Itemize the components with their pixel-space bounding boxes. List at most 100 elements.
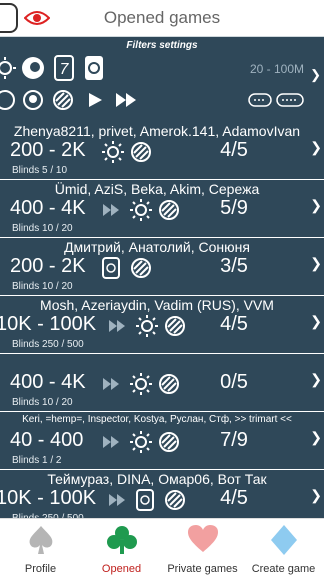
chevron-right-icon[interactable]: ❯ <box>310 429 322 446</box>
stakes-label: 200 - 2K <box>10 139 86 161</box>
sun-icon <box>130 431 152 453</box>
game-row[interactable]: Zhenya8211, privet, Amerok.141, AdamovIv… <box>0 122 324 180</box>
chevron-right-icon[interactable]: ❯ <box>310 313 322 330</box>
tab-bar: Profile Opened Private games Create game <box>0 518 324 576</box>
stripe-icon <box>165 490 185 510</box>
tab-label: Opened <box>101 563 142 575</box>
tab-profile[interactable]: Profile <box>0 519 81 576</box>
fast-forward-icon[interactable] <box>114 91 138 109</box>
filters-title: Filters settings <box>126 40 198 51</box>
players-list: Keri, =hemp=, Inspector, Kostya, Руслан,… <box>22 414 292 425</box>
seats-count: 5/9 <box>220 197 248 219</box>
game-row[interactable]: 400 - 4K 0/5 Blinds 10 / 20 ❯ <box>0 354 324 412</box>
stripe-filter-icon[interactable] <box>52 89 74 111</box>
tab-opened[interactable]: Opened <box>81 519 162 576</box>
card-icon <box>102 257 120 279</box>
fast-forward-icon <box>103 436 119 448</box>
stakes-label: 40 - 400 <box>10 429 84 451</box>
game-type-icons <box>102 431 182 453</box>
seats-count: 7/9 <box>220 429 248 451</box>
players-list: Mosh, Azeriaydin, Vadim (RUS), VVM <box>40 297 274 313</box>
game-row[interactable]: Дмитрий, Анатолий, Сонюня 200 - 2K 3/5 Blin… <box>0 238 324 296</box>
sun-icon <box>136 315 158 337</box>
lion-filter-icon[interactable] <box>20 55 46 81</box>
minus-filter-icon[interactable] <box>0 89 16 111</box>
seats-count: 3/5 <box>220 255 248 277</box>
blinds-label: Blinds 10 / 20 <box>12 223 73 234</box>
tab-label: Profile <box>24 563 57 575</box>
stakes-label: 200 - 2K <box>10 255 86 277</box>
blinds-label: Blinds 10 / 20 <box>12 281 73 292</box>
players-list: Дмитрий, Анатолий, Сонюня <box>64 239 250 255</box>
tab-label: Create game <box>251 563 316 575</box>
stripe-icon <box>159 200 179 220</box>
fast-forward-icon <box>109 320 125 332</box>
blinds-label: Blinds 10 / 20 <box>12 397 73 408</box>
filters-panel[interactable]: Filters settings 7 20 - 100M ❯ <box>0 36 324 122</box>
tab-label: Private games <box>167 563 238 575</box>
blinds-label: Blinds 1 / 2 <box>12 455 62 466</box>
table-large-icon[interactable] <box>276 93 304 107</box>
spade-icon <box>29 526 52 554</box>
seats-count: 4/5 <box>220 487 248 509</box>
game-row[interactable]: Mosh, Azeriaydin, Vadim (RUS), VVM 10K - … <box>0 296 324 354</box>
back-button[interactable] <box>0 3 18 33</box>
sun-icon <box>102 141 124 163</box>
game-type-icons <box>102 199 182 221</box>
chevron-right-icon[interactable]: ❯ <box>310 67 321 83</box>
stripe-icon <box>131 142 151 162</box>
play-icon[interactable] <box>86 91 104 109</box>
game-row[interactable]: Ümid, AziS, Beka, Akim, Сережа 400 - 4K 5/… <box>0 180 324 238</box>
chevron-right-icon[interactable]: ❯ <box>310 139 322 156</box>
chevron-right-icon[interactable]: ❯ <box>310 487 322 504</box>
page-title: Opened games <box>103 8 221 27</box>
players-list: Zhenya8211, privet, Amerok.141, AdamovIv… <box>13 123 301 139</box>
stripe-icon <box>131 258 151 278</box>
tab-create-game[interactable]: Create game <box>243 519 324 576</box>
chevron-right-icon[interactable]: ❯ <box>310 255 322 272</box>
players-list: Теймураз, DINA, Омар06, Вот Так <box>47 471 267 487</box>
bulb-filter-icon[interactable] <box>22 89 44 111</box>
game-row[interactable]: Keri, =hemp=, Inspector, Kostya, Руслан,… <box>0 412 324 470</box>
top-bar: Opened games <box>0 0 324 38</box>
stripe-icon <box>165 316 185 336</box>
games-list[interactable]: Zhenya8211, privet, Amerok.141, AdamovIv… <box>0 122 324 518</box>
game-type-icons <box>102 373 182 395</box>
stakes-label: 400 - 4K <box>10 197 86 219</box>
heart-icon <box>187 525 218 552</box>
fast-forward-icon <box>103 378 119 390</box>
stakes-range: 20 - 100M <box>249 62 304 76</box>
stakes-label: 400 - 4K <box>10 371 86 393</box>
eye-icon[interactable] <box>24 9 50 27</box>
blinds-label: Blinds 250 / 500 <box>12 339 84 350</box>
seven-filter-icon[interactable]: 7 <box>54 55 74 81</box>
sun-filter-icon[interactable] <box>0 57 16 79</box>
card-icon <box>136 489 154 511</box>
stripe-icon <box>159 374 179 394</box>
seats-count: 0/5 <box>220 371 248 393</box>
game-row[interactable]: Теймураз, DINA, Омар06, Вот Так 10K - 100… <box>0 470 324 518</box>
sun-icon <box>130 373 152 395</box>
seats-count: 4/5 <box>220 139 248 161</box>
stakes-label: 10K - 100K <box>0 487 97 509</box>
tab-private-games[interactable]: Private games <box>162 519 243 576</box>
chevron-right-icon[interactable]: ❯ <box>310 371 322 388</box>
stakes-label: 10K - 100K <box>0 313 97 335</box>
seats-count: 4/5 <box>220 313 248 335</box>
blinds-label: Blinds 5 / 10 <box>12 165 68 176</box>
stripe-icon <box>159 432 179 452</box>
diamond-icon <box>270 525 297 555</box>
game-type-icons <box>108 489 188 511</box>
table-small-icon[interactable] <box>248 93 272 107</box>
club-icon <box>106 526 137 554</box>
game-type-icons <box>102 141 182 163</box>
chevron-right-icon[interactable]: ❯ <box>310 197 322 214</box>
fast-forward-icon <box>109 494 125 506</box>
players-list: Ümid, AziS, Beka, Akim, Сережа <box>54 181 260 197</box>
sun-icon <box>130 199 152 221</box>
game-type-icons <box>102 257 182 279</box>
game-type-icons <box>108 315 188 337</box>
svg-text:7: 7 <box>60 61 70 78</box>
card-filter-icon[interactable] <box>84 55 104 81</box>
fast-forward-icon <box>103 204 119 216</box>
